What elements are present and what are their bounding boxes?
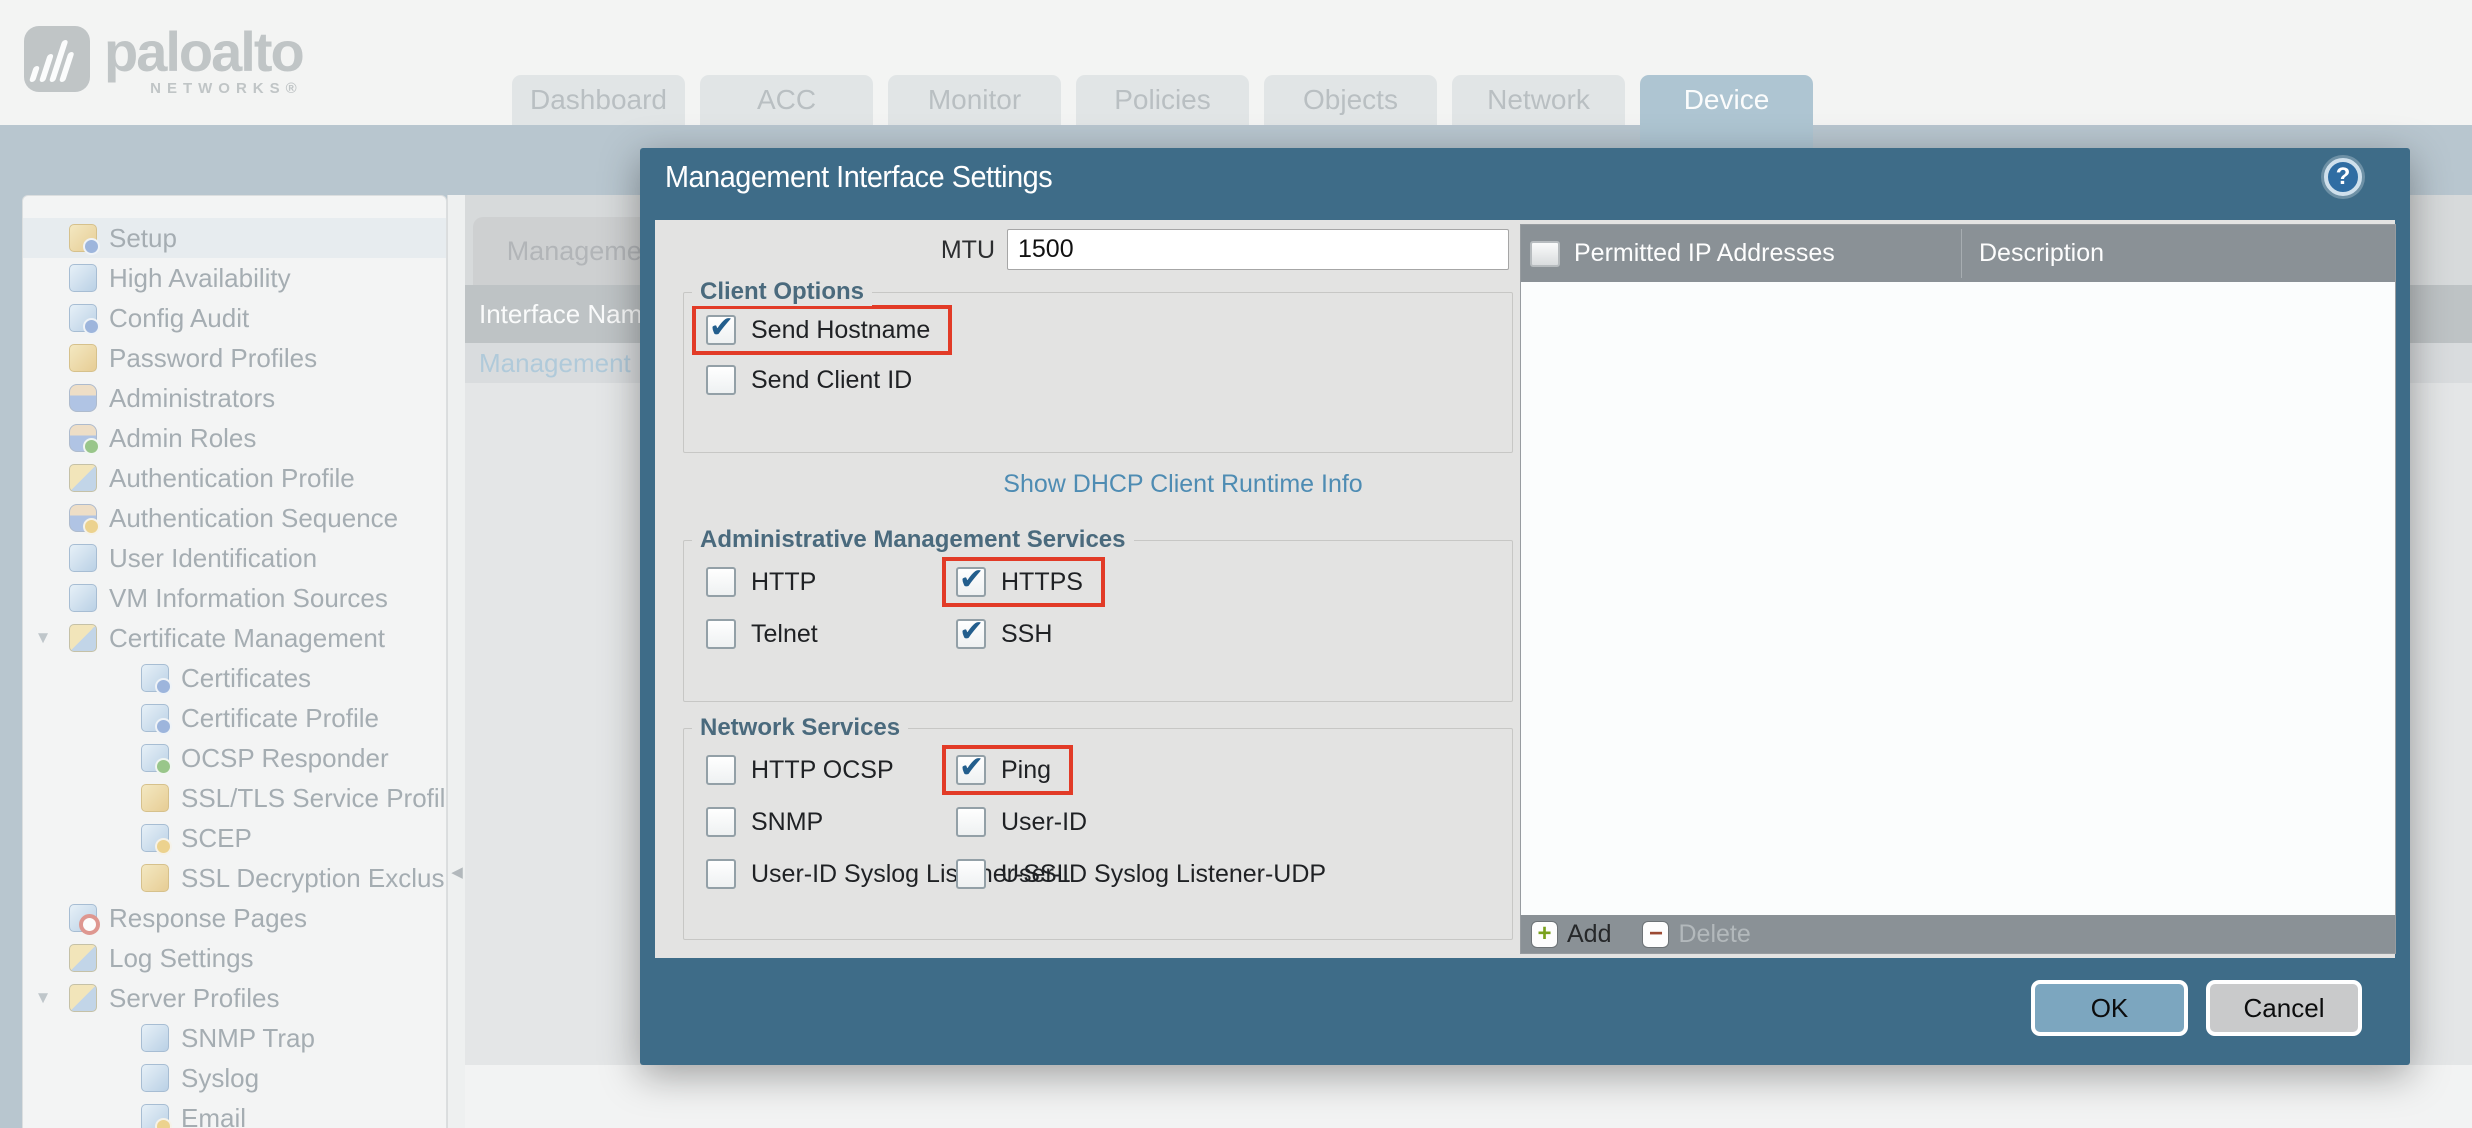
ping-checkbox[interactable] xyxy=(956,755,986,785)
permitted-ip-addresses-table: Permitted IP Addresses Description + Add… xyxy=(1520,224,2396,954)
dialog-content: MTU Client Options Send HostnameSend Cli… xyxy=(655,220,2395,958)
option-snmp: SNMP xyxy=(692,797,845,847)
option-send-client-id: Send Client ID xyxy=(692,355,934,405)
cancel-button[interactable]: Cancel xyxy=(2206,980,2362,1036)
client-options-section: Client Options Send HostnameSend Client … xyxy=(683,292,1513,453)
help-icon[interactable]: ? xyxy=(2324,158,2362,196)
add-icon[interactable]: + xyxy=(1531,921,1558,948)
https-label: HTTPS xyxy=(1001,568,1083,597)
management-interface-settings-dialog: Management Interface Settings ? MTU Clie… xyxy=(640,148,2410,1065)
user-id-syslog-listener-udp-label: User-ID Syslog Listener-UDP xyxy=(1001,860,1326,889)
ssh-checkbox[interactable] xyxy=(956,619,986,649)
ssh-label: SSH xyxy=(1001,620,1052,649)
description-column-header: Description xyxy=(1979,239,2104,268)
user-id-checkbox[interactable] xyxy=(956,807,986,837)
permitted-ip-table-header: Permitted IP Addresses Description xyxy=(1521,225,2395,282)
send-hostname-label: Send Hostname xyxy=(751,316,930,345)
mtu-label: MTU xyxy=(835,230,995,270)
column-divider xyxy=(1961,229,1962,278)
highlighted-option-https: HTTPS xyxy=(942,557,1105,607)
show-dhcp-client-runtime-info-link[interactable]: Show DHCP Client Runtime Info xyxy=(683,470,1513,499)
http-ocsp-checkbox[interactable] xyxy=(706,755,736,785)
https-checkbox[interactable] xyxy=(956,567,986,597)
ok-button[interactable]: OK xyxy=(2031,980,2188,1036)
delete-icon[interactable]: − xyxy=(1642,921,1669,948)
telnet-label: Telnet xyxy=(751,620,818,649)
add-button[interactable]: Add xyxy=(1567,920,1611,949)
option-telnet: Telnet xyxy=(692,609,840,659)
send-hostname-checkbox[interactable] xyxy=(706,315,736,345)
ping-label: Ping xyxy=(1001,756,1051,785)
mtu-input[interactable] xyxy=(1007,229,1509,270)
option-http: HTTP xyxy=(692,557,838,607)
option-user-id: User-ID xyxy=(942,797,1109,847)
highlighted-option-send-hostname: Send Hostname xyxy=(692,305,952,355)
option-http-ocsp: HTTP OCSP xyxy=(692,745,916,795)
administrative-management-services-legend: Administrative Management Services xyxy=(692,526,1134,554)
option-user-id-syslog-listener-udp: User-ID Syslog Listener-UDP xyxy=(942,849,1348,899)
highlighted-option-ping: Ping xyxy=(942,745,1073,795)
client-options-legend: Client Options xyxy=(692,278,872,306)
user-id-label: User-ID xyxy=(1001,808,1087,837)
permitted-ip-addresses-column-header: Permitted IP Addresses xyxy=(1574,239,1835,268)
http-ocsp-label: HTTP OCSP xyxy=(751,756,894,785)
permitted-ip-table-body xyxy=(1521,282,2395,915)
screen: paloalto NETWORKS® DashboardACCMonitorPo… xyxy=(0,0,2472,1128)
user-id-syslog-listener-udp-checkbox[interactable] xyxy=(956,859,986,889)
snmp-checkbox[interactable] xyxy=(706,807,736,837)
http-label: HTTP xyxy=(751,568,816,597)
user-id-syslog-listener-ssl-checkbox[interactable] xyxy=(706,859,736,889)
option-ssh: SSH xyxy=(942,609,1074,659)
snmp-label: SNMP xyxy=(751,808,823,837)
select-all-checkbox[interactable] xyxy=(1530,241,1560,267)
dialog-title: Management Interface Settings xyxy=(665,148,1052,206)
network-services-section: Network Services HTTP OCSPPingSNMPUser-I… xyxy=(683,728,1513,940)
delete-button: Delete xyxy=(1678,920,1750,949)
permitted-ip-table-toolbar: + Add − Delete xyxy=(1521,915,2395,953)
http-checkbox[interactable] xyxy=(706,567,736,597)
network-services-legend: Network Services xyxy=(692,714,908,742)
send-client-id-checkbox[interactable] xyxy=(706,365,736,395)
telnet-checkbox[interactable] xyxy=(706,619,736,649)
send-client-id-label: Send Client ID xyxy=(751,366,912,395)
administrative-management-services-section: Administrative Management Services HTTPH… xyxy=(683,540,1513,702)
